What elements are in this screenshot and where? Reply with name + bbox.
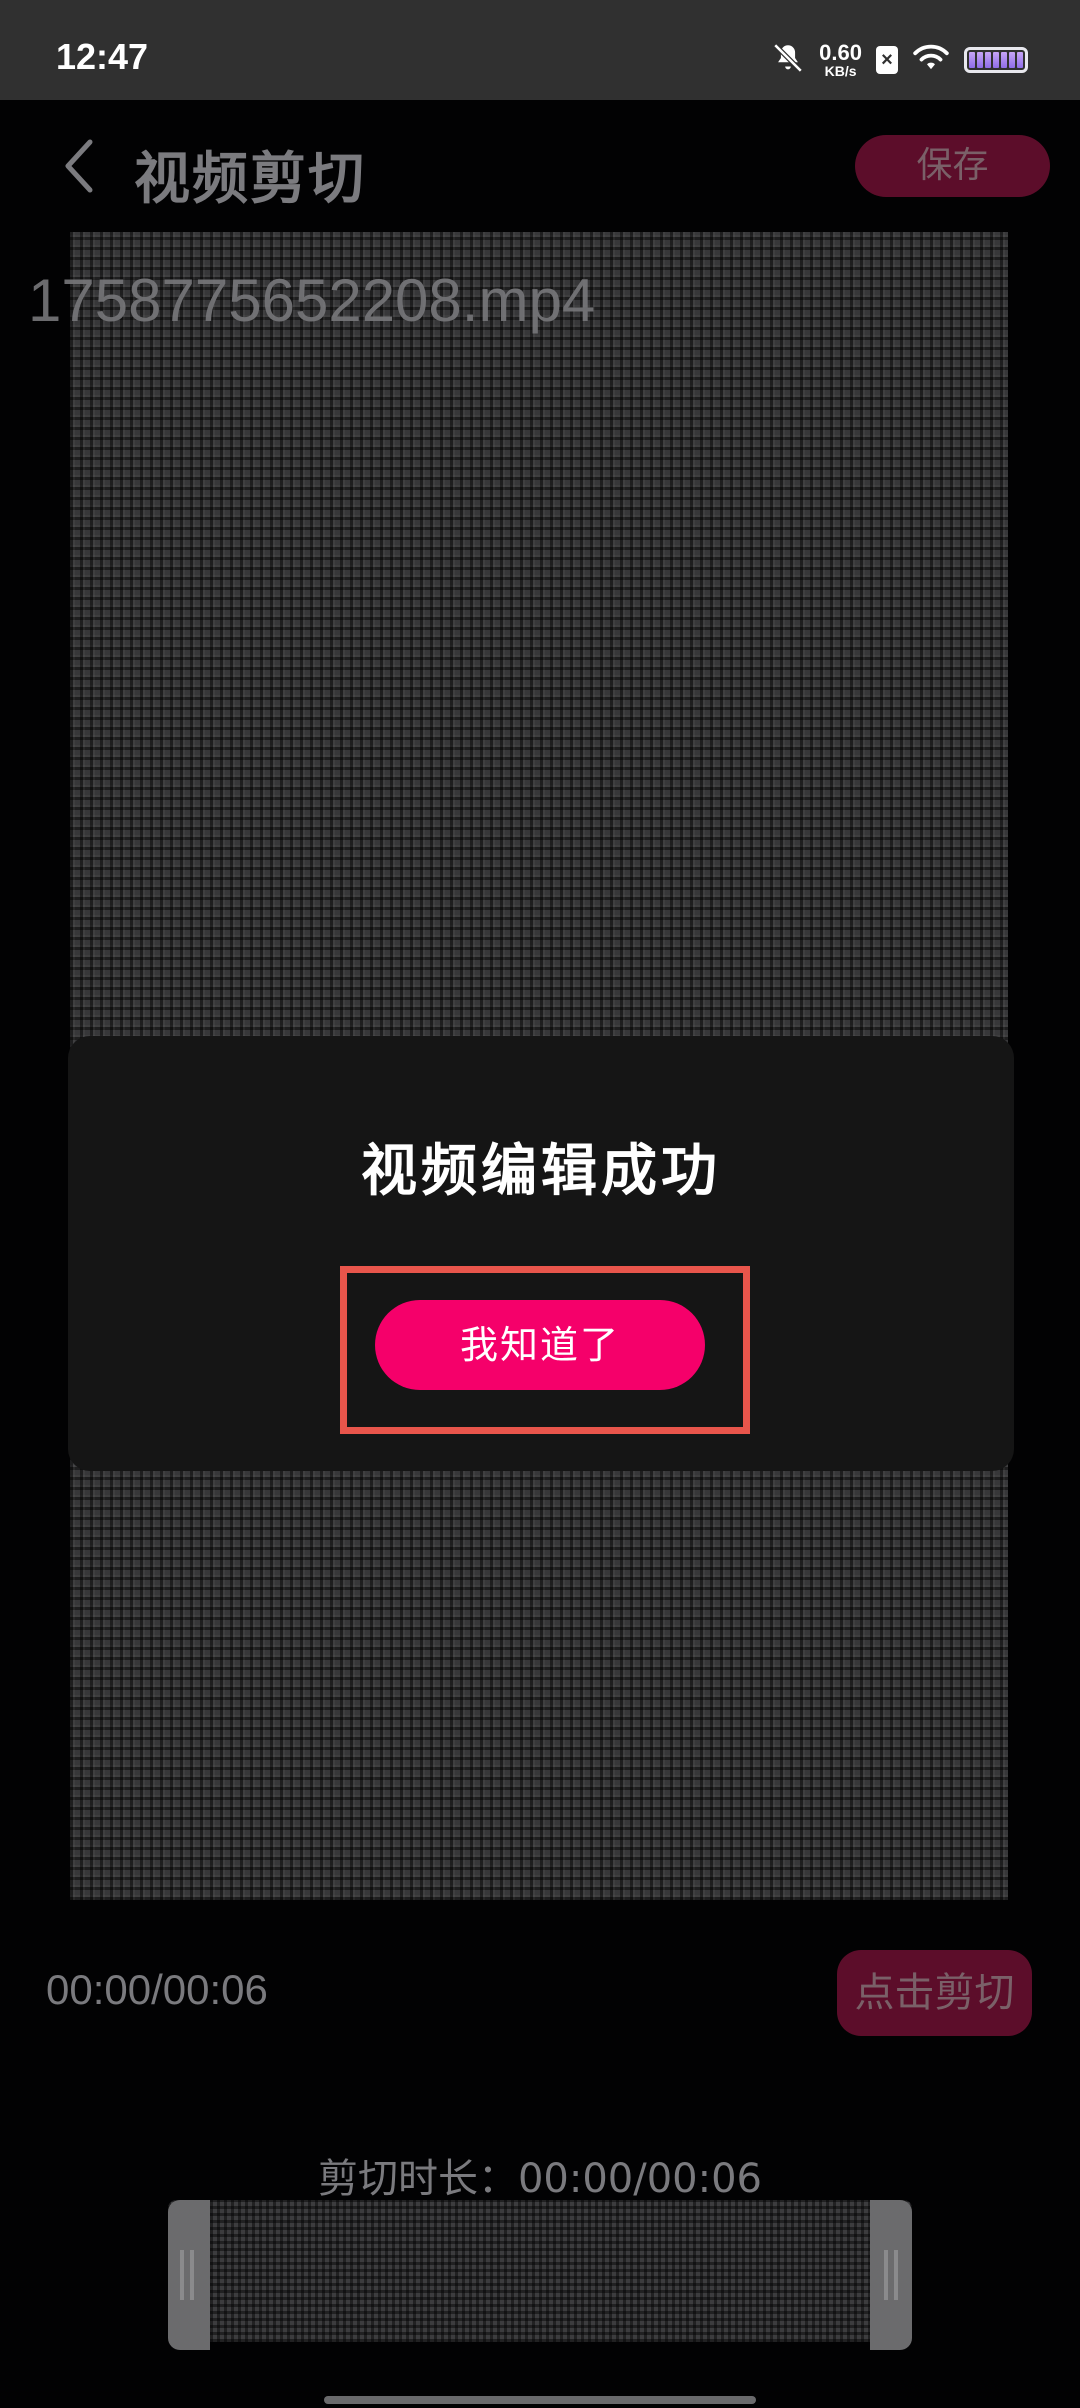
acknowledge-button[interactable]: 我知道了 bbox=[375, 1300, 705, 1390]
network-speed-unit: KB/s bbox=[824, 63, 857, 79]
grip-icon bbox=[180, 2250, 184, 2300]
chevron-left-icon bbox=[65, 139, 93, 193]
playback-time: 00:00/00:06 bbox=[46, 1966, 268, 2013]
grip-icon bbox=[894, 2250, 898, 2300]
page-title: 视频剪切 bbox=[134, 147, 366, 212]
network-speed-value: 0.60 bbox=[819, 40, 862, 65]
network-speed: 0.60 KB/s bbox=[819, 40, 862, 79]
save-button[interactable]: 保存 bbox=[855, 135, 1050, 197]
file-name: 1758775652208.mp4 bbox=[28, 267, 596, 334]
status-time: 12:47 bbox=[56, 36, 149, 77]
home-indicator[interactable] bbox=[324, 2396, 756, 2404]
status-bar: 12:47 0.60 KB/s × bbox=[0, 0, 1080, 100]
trim-handle-left[interactable] bbox=[168, 2200, 210, 2350]
back-button[interactable] bbox=[48, 134, 112, 198]
grip-icon bbox=[884, 2250, 888, 2300]
status-icons: 0.60 KB/s × bbox=[771, 38, 1028, 82]
trim-handle-right[interactable] bbox=[870, 2200, 912, 2350]
bell-muted-icon bbox=[771, 41, 805, 79]
header: 视频剪切 保存 bbox=[0, 100, 1080, 230]
grip-icon bbox=[190, 2250, 194, 2300]
cut-duration-label: 剪切时长：00:00/00:06 bbox=[317, 2156, 763, 2202]
sim-x-icon: × bbox=[876, 46, 898, 74]
battery-icon bbox=[964, 47, 1028, 73]
cut-button[interactable]: 点击剪切 bbox=[837, 1950, 1032, 2036]
trim-timeline[interactable] bbox=[168, 2200, 912, 2342]
video-trim-screen: 12:47 0.60 KB/s × 视频剪切 保存 1758775652208.… bbox=[0, 0, 1080, 2408]
wifi-icon bbox=[912, 43, 950, 77]
dialog-title: 视频编辑成功 bbox=[361, 1139, 721, 1204]
